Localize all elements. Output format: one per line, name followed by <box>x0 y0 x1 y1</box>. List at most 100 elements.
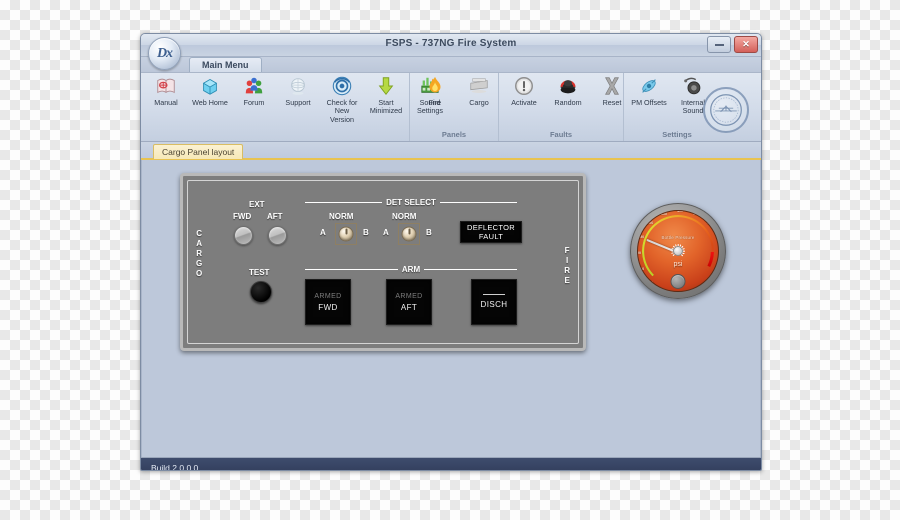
gauge-hub <box>673 246 683 256</box>
window-title: FSPS - 737NG Fire System <box>385 38 517 49</box>
disch-divider-icon <box>483 293 505 296</box>
document-tab-strip: Cargo Panel layout <box>141 142 761 160</box>
cargo-icon <box>468 75 490 97</box>
det-switch-1-norm-label: NORM <box>329 212 354 221</box>
ext-fwd-label: FWD <box>233 212 252 221</box>
det-select-switch-1[interactable] <box>335 223 357 245</box>
ribbon-button-activate[interactable]: Activate <box>502 75 546 107</box>
armed-aft-top: ARMED <box>395 292 423 300</box>
rotary-knob-icon <box>338 226 354 242</box>
close-icon: ✕ <box>742 39 750 49</box>
header-rule-right <box>439 202 517 203</box>
ribbon-group-panels-name: Panels <box>441 130 467 139</box>
ribbon-button-cargo-label: Cargo <box>469 98 489 107</box>
ribbon-group-settings-name: Settings <box>662 130 692 139</box>
ribbon-button-random[interactable]: Random <box>546 75 590 107</box>
armed-aft-button[interactable]: ARMED AFT <box>386 279 432 325</box>
support-icon <box>287 75 309 97</box>
ribbon-tab-strip: Main Menu <box>141 57 761 73</box>
ribbon-button-check-version[interactable]: Check for New Version <box>320 75 364 124</box>
ribbon-button-pm-offsets[interactable]: PM Offsets <box>627 75 671 107</box>
ribbon-button-support-label: Support <box>285 98 311 107</box>
ribbon-group-general-name <box>144 128 406 141</box>
ribbon-button-manual-label: Manual <box>154 98 178 107</box>
ext-aft-label: AFT <box>267 212 283 221</box>
ribbon-button-manual[interactable]: Manual <box>144 75 188 107</box>
app-logo-button[interactable]: Dx <box>148 37 181 70</box>
disch-label: DISCH <box>480 300 508 310</box>
armed-fwd-top: ARMED <box>314 292 342 300</box>
ribbon-button-check-version-label: Check for New Version <box>326 98 358 124</box>
ribbon-group-faults-name: Faults <box>549 130 573 139</box>
tab-main-menu[interactable]: Main Menu <box>189 57 262 73</box>
armed-fwd-button[interactable]: ARMED FWD <box>305 279 351 325</box>
ribbon-group-panels: Fire Cargo Panels <box>409 73 498 141</box>
gauge-tick-label: 200 <box>637 251 641 255</box>
deflector-fault-line1: DEFLECTOR <box>467 222 515 232</box>
ribbon-button-web-home[interactable]: Web Home <box>188 75 232 107</box>
gauge-tick-label: 300 <box>647 221 654 226</box>
activate-icon <box>513 75 535 97</box>
pm-offsets-icon <box>638 75 660 97</box>
bottle-pressure-gauge[interactable]: 100150200250300350400450500550600650700 … <box>630 203 726 299</box>
resize-grip-icon[interactable] <box>749 467 758 470</box>
det-switch-2-norm-label: NORM <box>392 212 417 221</box>
gauge-tick-label: 450 <box>693 212 700 217</box>
header-rule-right <box>424 269 517 270</box>
header-rule-left <box>305 202 383 203</box>
header-rule-left <box>305 269 398 270</box>
ribbon-button-internal-sound-label: Internal Sound <box>681 98 705 116</box>
arm-header: ARM <box>305 265 517 274</box>
gauge-tick-label: 400 <box>677 210 683 213</box>
gauge-bezel: 100150200250300350400450500550600650700 … <box>630 203 726 299</box>
gauge-tick-label: 700 <box>706 280 713 285</box>
start-minimized-icon <box>375 75 397 97</box>
panel-canvas: C A R G O F I R E EXT FWD AFT TEST DET S… <box>141 160 761 457</box>
web-home-icon <box>199 75 221 97</box>
gauge-tick-label: 500 <box>706 221 713 226</box>
rotary-knob-icon <box>401 226 417 242</box>
panel-label-cargo: C A R G O <box>196 229 203 278</box>
ribbon-button-fire[interactable]: Fire <box>413 75 457 107</box>
ribbon-button-pm-offsets-label: PM Offsets <box>631 98 667 107</box>
ribbon-button-reset-label: Reset <box>602 98 622 107</box>
gauge-tick-label: 350 <box>660 212 667 217</box>
manual-icon <box>155 75 177 97</box>
minimize-button[interactable] <box>707 36 731 53</box>
det-switch-2-b-label: B <box>426 228 432 237</box>
fire-icon <box>424 75 446 97</box>
det-switch-2-a-label: A <box>383 228 389 237</box>
armed-aft-bottom: AFT <box>400 302 418 312</box>
ribbon-button-support[interactable]: Support <box>276 75 320 107</box>
test-button[interactable] <box>250 281 272 303</box>
window-controls: ✕ <box>707 36 758 53</box>
ribbon: Manual Web Home Forum Support Check for … <box>141 72 761 142</box>
det-select-title: DET SELECT <box>386 198 436 207</box>
deflector-fault-annunciator[interactable]: DEFLECTOR FAULT <box>460 221 522 243</box>
check-version-icon <box>331 75 353 97</box>
ext-group-title: EXT <box>249 200 265 209</box>
reset-icon <box>601 75 623 97</box>
tab-cargo-panel-layout[interactable]: Cargo Panel layout <box>153 144 244 159</box>
gauge-adjust-knob[interactable] <box>670 274 686 289</box>
ext-light-fwd[interactable] <box>234 226 253 245</box>
ribbon-group-general-items: Manual Web Home Forum Support Check for … <box>144 73 443 128</box>
ext-light-aft[interactable] <box>268 226 287 245</box>
det-select-switch-2[interactable] <box>398 223 420 245</box>
test-label: TEST <box>249 268 270 277</box>
deflector-fault-line2: FAULT <box>478 232 504 241</box>
disch-button[interactable]: DISCH <box>471 279 517 325</box>
ribbon-button-start-minimized[interactable]: Start Minimized <box>364 75 408 116</box>
ribbon-button-forum[interactable]: Forum <box>232 75 276 107</box>
panel-label-fire: F I R E <box>564 246 570 285</box>
det-select-header: DET SELECT <box>305 198 517 207</box>
ribbon-button-web-home-label: Web Home <box>192 98 228 107</box>
ribbon-group-faults-items: Activate Random Reset <box>502 73 623 128</box>
arm-title: ARM <box>401 265 421 274</box>
det-switch-1-a-label: A <box>320 228 326 237</box>
forum-icon <box>243 75 265 97</box>
ribbon-button-activate-label: Activate <box>511 98 537 107</box>
ribbon-button-cargo[interactable]: Cargo <box>457 75 501 107</box>
close-button[interactable]: ✕ <box>734 36 758 53</box>
ribbon-button-forum-label: Forum <box>243 98 265 107</box>
